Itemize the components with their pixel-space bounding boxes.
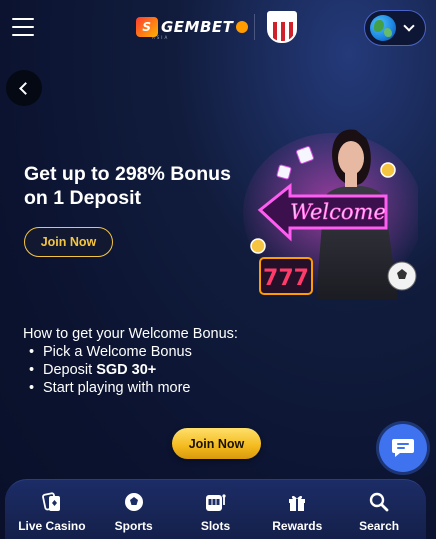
live-chat-button[interactable]: [379, 424, 427, 472]
header-divider: [254, 14, 255, 40]
logo-mark-icon: S: [136, 17, 158, 37]
nav-item-sports[interactable]: Sports: [97, 480, 171, 539]
chat-bubble-icon: [392, 439, 414, 457]
instructions-list: Pick a Welcome Bonus Deposit SGD 30+ Sta…: [23, 343, 238, 397]
logo-badge-icon: [236, 21, 249, 33]
globe-icon: [370, 15, 396, 41]
instructions-heading: How to get your Welcome Bonus:: [23, 326, 238, 342]
welcome-bonus-instructions: How to get your Welcome Bonus: Pick a We…: [23, 325, 238, 397]
deposit-amount: SGD 30+: [96, 362, 157, 378]
nav-label: Rewards: [272, 519, 323, 533]
nav-item-slots[interactable]: Slots: [178, 480, 252, 539]
nav-label: Sports: [114, 519, 153, 533]
language-selector[interactable]: [364, 10, 426, 46]
hero-title: Get up to 298% Bonus on 1 Deposit: [24, 163, 231, 209]
nav-item-search[interactable]: Search: [342, 480, 416, 539]
soccer-ball-icon: [123, 491, 145, 513]
cards-icon: [41, 491, 63, 513]
brand-logo[interactable]: S GEMBET ASIA: [136, 14, 249, 40]
logo-tagline: ASIA: [152, 35, 170, 40]
partner-club-crest-icon: [267, 11, 297, 43]
join-now-button[interactable]: Join Now: [172, 428, 261, 459]
nav-label: Live Casino: [18, 519, 86, 533]
nav-label: Slots: [200, 519, 231, 533]
back-button[interactable]: [6, 70, 42, 106]
welcome-promo-illustration: Welcome 777: [243, 129, 418, 300]
logo-text: GEMBET: [161, 18, 234, 36]
list-item: Pick a Welcome Bonus: [27, 343, 238, 361]
gift-icon: [286, 491, 308, 513]
list-item: Deposit SGD 30+: [27, 361, 238, 379]
hero-join-now-button[interactable]: Join Now: [24, 227, 113, 257]
slot-reels-text: 777: [263, 266, 309, 291]
nav-item-live-casino[interactable]: Live Casino: [15, 480, 89, 539]
slot-machine-icon: [204, 491, 227, 513]
bottom-navigation: Live Casino Sports Slots Rewards Search: [5, 479, 426, 539]
promo-sign-text: Welcome: [290, 200, 386, 224]
chevron-down-icon: [403, 20, 415, 32]
search-icon: [368, 491, 390, 513]
nav-label: Search: [359, 519, 400, 533]
menu-icon[interactable]: [12, 18, 34, 36]
top-header: S GEMBET ASIA: [0, 0, 436, 56]
nav-item-rewards[interactable]: Rewards: [260, 480, 334, 539]
list-item: Start playing with more: [27, 379, 238, 397]
